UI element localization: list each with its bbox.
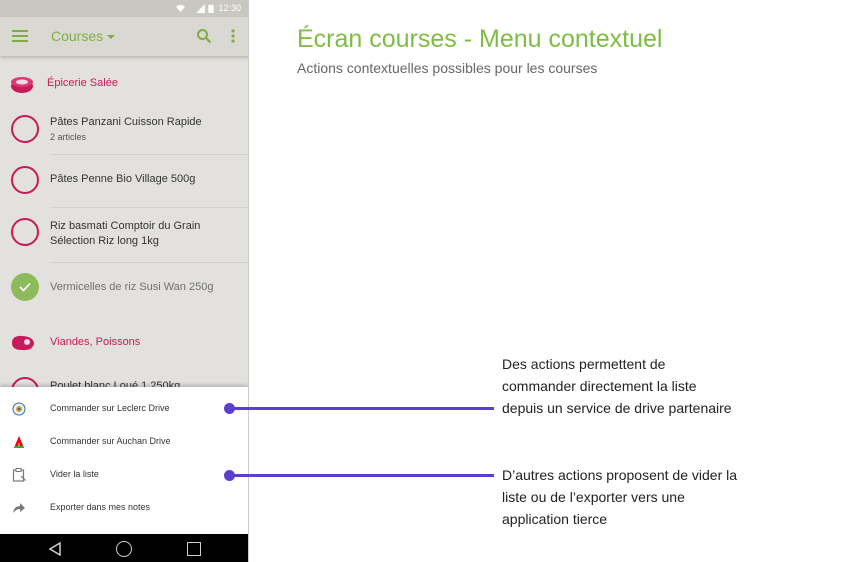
callout-line: application tierce	[502, 511, 608, 527]
list-item[interactable]: Pâtes Penne Bio Village 500g	[0, 165, 248, 205]
leclerc-logo-icon	[12, 402, 26, 416]
action-label: Vider la liste	[50, 469, 99, 479]
action-label: Exporter dans mes notes	[50, 502, 151, 512]
unchecked-circle-icon[interactable]	[11, 115, 39, 143]
category-viandes-poissons: Viandes, Poissons	[0, 325, 248, 361]
action-commander-leclerc[interactable]: Commander sur Leclerc Drive	[0, 392, 248, 425]
divider	[50, 262, 248, 263]
divider	[50, 154, 248, 155]
callout-line: Des actions permettent de	[502, 356, 666, 372]
wifi-icon	[176, 4, 185, 13]
home-icon[interactable]	[116, 541, 132, 557]
item-name: Pâtes Panzani Cuisson Rapide	[50, 116, 202, 128]
callout-connector-line	[229, 474, 494, 477]
action-label: Commander sur Leclerc Drive	[50, 403, 170, 413]
callout-vider-exporter: D’autres actions proposent de vider la l…	[502, 464, 802, 530]
search-icon[interactable]	[196, 28, 212, 44]
list-item[interactable]: Vermicelles de riz Susi Wan 250g	[0, 273, 248, 313]
unchecked-circle-icon[interactable]	[11, 218, 39, 246]
callout-line: liste ou de l’exporter vers une	[502, 489, 685, 505]
context-menu-sheet: Commander sur Leclerc Drive Commander su…	[0, 387, 248, 534]
page-title: Écran courses - Menu contextuel	[297, 25, 663, 53]
item-name: Riz basmati Comptoir du Grain Sélection …	[50, 220, 201, 247]
status-time: 12:30	[218, 3, 241, 13]
battery-icon	[208, 4, 214, 13]
app-title[interactable]: Courses	[51, 28, 103, 44]
item-quantity: 2 articles	[50, 132, 87, 142]
auchan-logo-icon	[14, 436, 24, 448]
signal-icon	[196, 4, 205, 13]
item-name: Vermicelles de riz Susi Wan 250g	[50, 281, 214, 293]
callout-connector-line	[229, 407, 494, 410]
more-vert-icon[interactable]	[228, 28, 238, 44]
app-bar: Courses	[0, 17, 248, 56]
clear-list-icon	[12, 468, 26, 482]
page-subtitle: Actions contextuelles possibles pour les…	[297, 60, 598, 76]
category-label: Viandes, Poissons	[50, 336, 141, 348]
share-arrow-icon	[13, 503, 25, 513]
callout-drive: Des actions permettent de commander dire…	[502, 353, 802, 419]
back-icon[interactable]	[48, 542, 62, 556]
phone-screen: 12:30 Courses Épicerie Salée Pâtes Panza…	[0, 0, 249, 562]
list-item[interactable]: Pâtes Panzani Cuisson Rapide 2 articles	[0, 112, 248, 152]
can-icon	[11, 77, 33, 93]
checked-circle-icon[interactable]	[11, 273, 39, 301]
category-label: Épicerie Salée	[47, 77, 118, 89]
meat-icon	[12, 335, 34, 351]
action-commander-auchan[interactable]: Commander sur Auchan Drive	[0, 425, 248, 458]
unchecked-circle-icon[interactable]	[11, 166, 39, 194]
action-vider-liste[interactable]: Vider la liste	[0, 458, 248, 491]
hamburger-menu-icon[interactable]	[12, 29, 28, 43]
system-nav-bar	[0, 534, 248, 562]
item-name: Pâtes Penne Bio Village 500g	[50, 173, 196, 185]
callout-line: depuis un service de drive partenaire	[502, 400, 732, 416]
divider	[50, 207, 248, 208]
status-bar: 12:30	[0, 0, 248, 17]
list-item[interactable]: Riz basmati Comptoir du Grain Sélection …	[0, 218, 248, 258]
category-epicerie-salee: Épicerie Salée	[0, 66, 248, 102]
recent-apps-icon[interactable]	[187, 542, 201, 556]
action-label: Commander sur Auchan Drive	[50, 436, 171, 446]
callout-line: commander directement la liste	[502, 378, 697, 394]
action-exporter-notes[interactable]: Exporter dans mes notes	[0, 491, 248, 524]
checkmark-icon	[19, 282, 31, 292]
chevron-down-icon[interactable]	[107, 35, 115, 39]
callout-line: D’autres actions proposent de vider la	[502, 467, 738, 483]
